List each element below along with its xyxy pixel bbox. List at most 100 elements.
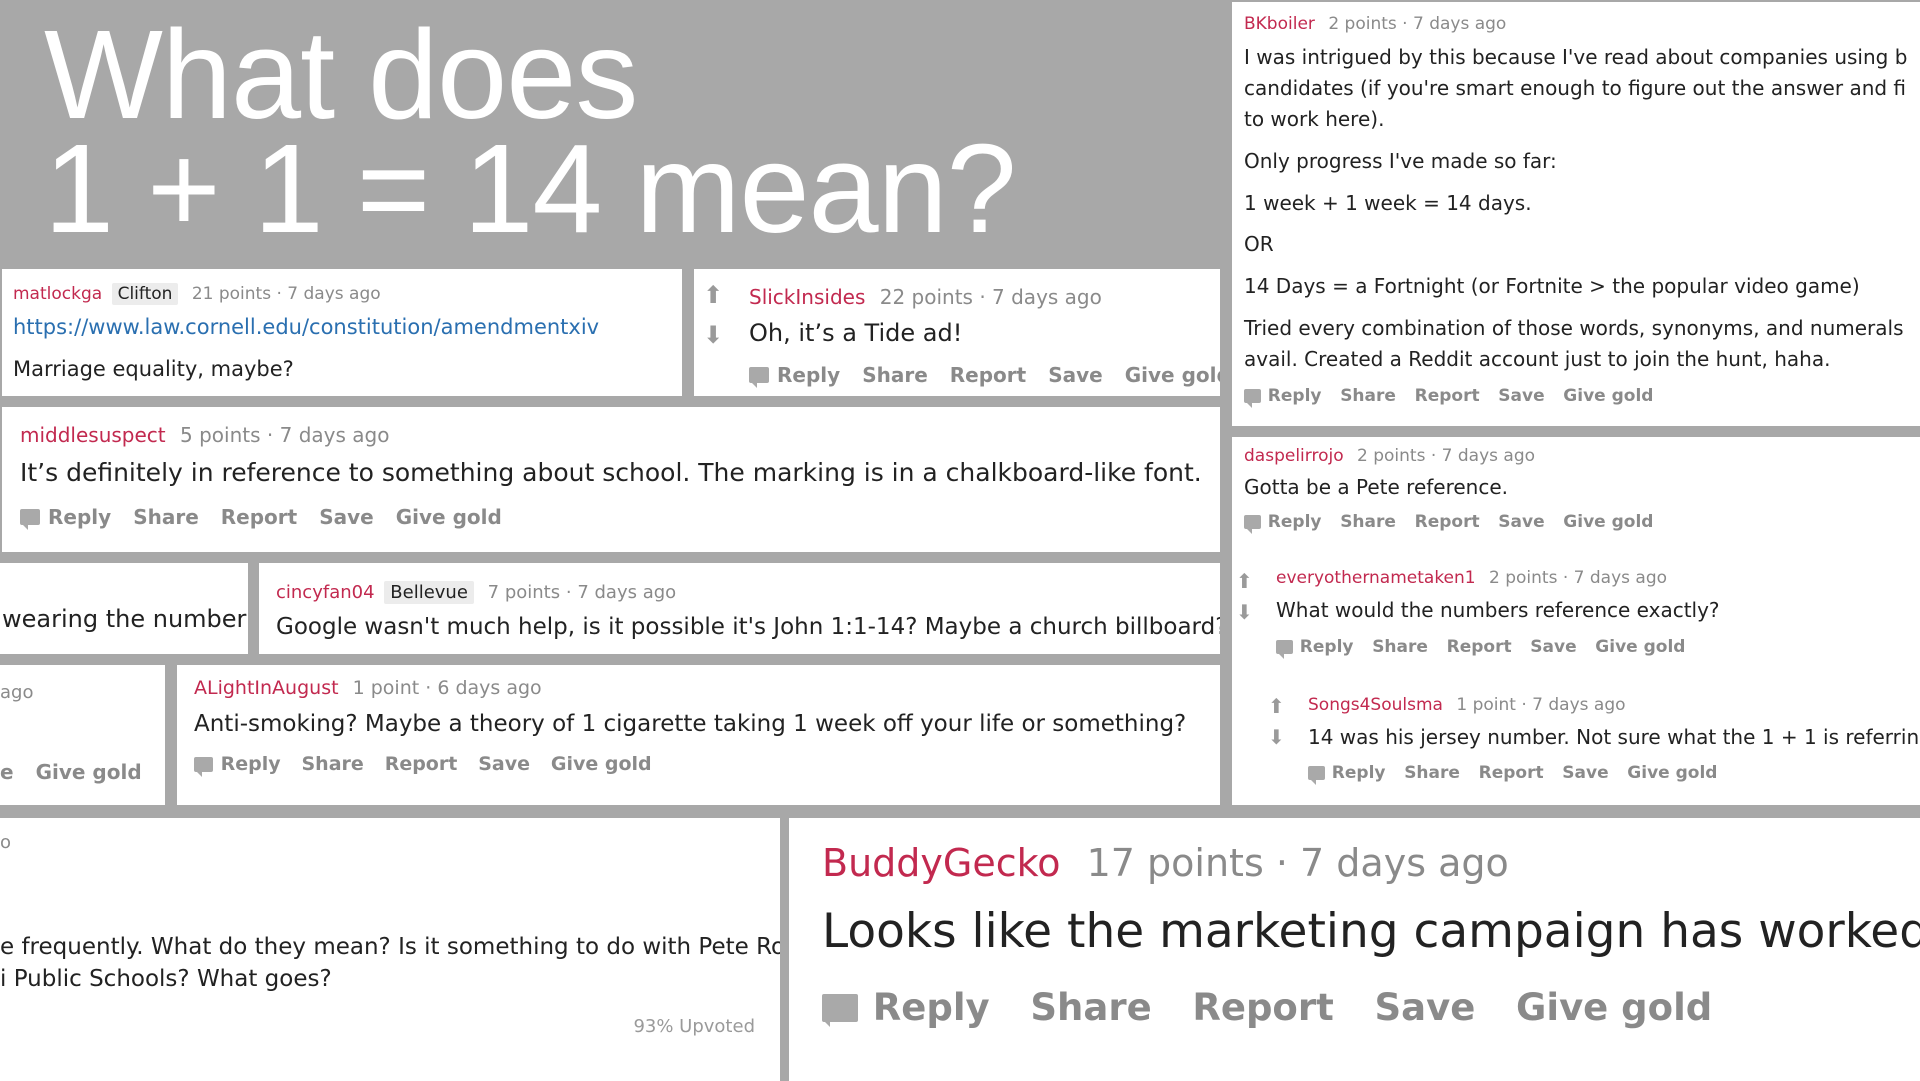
comment-username[interactable]: everyothernametaken1 (1276, 568, 1476, 588)
share-button[interactable]: Share (862, 363, 928, 387)
report-button[interactable]: Report (1415, 512, 1480, 532)
comment-matlockga: matlockga Clifton 21 points · 7 days ago… (2, 269, 682, 396)
report-button[interactable]: Report (221, 505, 297, 529)
report-button[interactable]: Report (1447, 637, 1512, 657)
comment-username[interactable]: BKboiler (1244, 14, 1315, 34)
reply-button[interactable]: Reply (221, 753, 281, 775)
upvote-arrow-icon[interactable]: ⬆ (1268, 696, 1285, 716)
reply-button[interactable]: Reply (873, 986, 990, 1029)
comment-bubble-icon (194, 756, 213, 777)
give-gold-button[interactable]: Give gold (1125, 363, 1220, 387)
comment-link[interactable]: https://www.law.cornell.edu/constitution… (13, 315, 599, 339)
save-button[interactable]: Save (1498, 386, 1544, 406)
title-line-2: 1 + 1 = 14 mean? (44, 118, 1017, 259)
comment-body-line: OR (1244, 232, 1274, 256)
comment-points: 2 points (1489, 568, 1558, 588)
comment-actions: Reply Share Report Save Give gold (1276, 637, 1704, 659)
share-button[interactable]: Share (1030, 986, 1151, 1029)
give-gold-button[interactable]: Give gold (1516, 986, 1712, 1029)
share-button[interactable]: Share (133, 505, 199, 529)
save-button[interactable]: Save (478, 753, 530, 775)
comment-points: 2 points (1357, 446, 1426, 466)
downvote-arrow-icon[interactable]: ⬇ (1268, 727, 1285, 747)
save-button[interactable]: Save (1048, 363, 1103, 387)
comment-time: 7 days ago (287, 284, 381, 304)
report-button[interactable]: Report (385, 753, 458, 775)
share-button[interactable]: Share (1340, 386, 1396, 406)
comment-actions: Reply Share Report Save Give gold (20, 505, 524, 530)
comment-time: 7 days ago (577, 582, 677, 603)
save-button[interactable]: Save (1530, 637, 1576, 657)
comment-body-line: avail. Created a Reddit account just to … (1244, 347, 1831, 371)
save-button[interactable]: Save (1562, 763, 1608, 783)
upvote-arrow-icon[interactable]: ⬆ (703, 283, 723, 307)
comment-time: 7 days ago (1441, 446, 1536, 466)
comment-username[interactable]: SlickInsides (749, 285, 865, 309)
comment-body: 14 was his jersey number. Not sure what … (1308, 725, 1920, 749)
share-button[interactable]: Share (1372, 637, 1428, 657)
comment-time: 7 days ago (1573, 568, 1668, 588)
comment-alightinaugust: ALightInAugust 1 point · 6 days ago Anti… (177, 665, 1220, 805)
user-flair: Bellevue (384, 581, 474, 604)
give-gold-button[interactable]: Give gold (36, 760, 142, 784)
give-gold-button[interactable]: Give gold (396, 505, 502, 529)
post-body-line-2: i Public Schools? What goes? (0, 966, 332, 992)
reply-button[interactable]: Reply (1300, 637, 1354, 657)
share-button[interactable]: Share (302, 753, 364, 775)
comment-actions: e Give gold (0, 760, 164, 784)
save-button-partial[interactable]: e (0, 760, 14, 784)
report-button[interactable]: Report (1479, 763, 1544, 783)
report-button[interactable]: Report (950, 363, 1026, 387)
comment-cincyfan04: cincyfan04 Bellevue 7 points · 7 days ag… (259, 563, 1220, 654)
reply-button[interactable]: Reply (777, 363, 840, 387)
save-button[interactable]: Save (1498, 512, 1544, 532)
user-flair: Clifton (111, 283, 179, 305)
save-button[interactable]: Save (1374, 986, 1475, 1029)
give-gold-button[interactable]: Give gold (551, 753, 652, 775)
comment-partial-ago: ago e Give gold (0, 665, 165, 805)
comment-username[interactable]: Songs4Soulsma (1308, 695, 1443, 715)
give-gold-button[interactable]: Give gold (1563, 386, 1653, 406)
comment-body: Gotta be a Pete reference. (1244, 475, 1509, 499)
post-body-line-1: e frequently. What do they mean? Is it s… (0, 934, 780, 960)
comment-body: What would the numbers reference exactly… (1276, 598, 1720, 622)
comment-body: wearing the number (2, 605, 247, 633)
reply-button[interactable]: Reply (1268, 386, 1322, 406)
comment-slickinsides: ⬆ ⬇ SlickInsides 22 points · 7 days ago … (694, 269, 1220, 396)
comment-actions: Reply Share Report Save Give gold (1308, 763, 1736, 785)
comment-username[interactable]: ALightInAugust (194, 677, 339, 699)
comment-points: 5 points (180, 423, 261, 447)
comment-thread-daspelirrojo: daspelirrojo 2 points · 7 days ago Gotta… (1232, 437, 1920, 805)
post-partial: o e frequently. What do they mean? Is it… (0, 818, 780, 1081)
reply-button[interactable]: Reply (1332, 763, 1386, 783)
comment-bubble-icon (20, 509, 40, 530)
reply-button[interactable]: Reply (48, 505, 111, 529)
give-gold-button[interactable]: Give gold (1563, 512, 1653, 532)
comment-username[interactable]: BuddyGecko (822, 841, 1061, 885)
report-button[interactable]: Report (1415, 386, 1480, 406)
comment-username[interactable]: cincyfan04 (276, 582, 375, 603)
reply-button[interactable]: Reply (1268, 512, 1322, 532)
comment-time: 7 days ago (1532, 695, 1626, 715)
give-gold-button[interactable]: Give gold (1595, 637, 1685, 657)
share-button[interactable]: Share (1404, 763, 1460, 783)
comment-time: 7 days ago (992, 285, 1102, 309)
give-gold-button[interactable]: Give gold (1627, 763, 1717, 783)
report-button[interactable]: Report (1192, 986, 1333, 1029)
comment-actions: Reply Share Report Save Give gold (1244, 386, 1672, 408)
comment-username[interactable]: middlesuspect (20, 423, 166, 447)
comment-username[interactable]: matlockga (13, 284, 102, 304)
comment-points: 17 points (1086, 841, 1264, 885)
comment-middlesuspect: middlesuspect 5 points · 7 days ago It’s… (2, 407, 1220, 552)
save-button[interactable]: Save (319, 505, 374, 529)
comment-username[interactable]: daspelirrojo (1244, 446, 1344, 466)
downvote-arrow-icon[interactable]: ⬇ (703, 323, 723, 347)
comment-body: Looks like the marketing campaign has wo… (822, 904, 1920, 959)
downvote-arrow-icon[interactable]: ⬇ (1236, 602, 1253, 622)
comment-body: Oh, it’s a Tide ad! (749, 319, 963, 347)
upvote-arrow-icon[interactable]: ⬆ (1236, 571, 1253, 591)
post-meta-fragment: o (0, 832, 12, 853)
comment-time: 7 days ago (279, 423, 390, 447)
comment-body-line: to work here). (1244, 107, 1385, 131)
share-button[interactable]: Share (1340, 512, 1396, 532)
